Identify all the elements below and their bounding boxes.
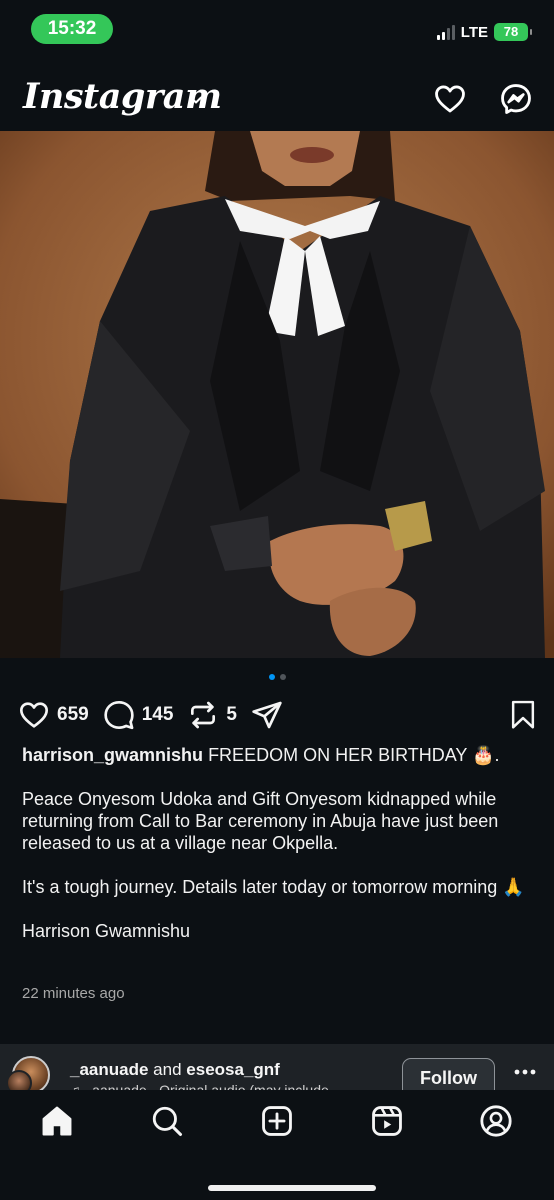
post-caption: harrison_gwamnishu FREEDOM ON HER BIRTHD… xyxy=(22,744,532,964)
follow-button[interactable]: Follow xyxy=(402,1058,495,1090)
create-icon[interactable] xyxy=(260,1104,294,1138)
caption-headline: FREEDOM ON HER BIRTHDAY xyxy=(208,745,468,765)
status-time: 15:32 xyxy=(31,14,113,44)
reels-icon[interactable] xyxy=(370,1104,404,1138)
caption-paragraph: It's a tough journey. Details later toda… xyxy=(22,877,525,897)
carousel-indicator xyxy=(0,674,554,680)
comment-icon[interactable] xyxy=(103,699,135,731)
app-header: Instagram xyxy=(0,66,554,130)
like-action[interactable]: 659 xyxy=(18,699,89,731)
like-count[interactable]: 659 xyxy=(57,704,89,726)
next-post-header: _aanuade and eseosa_gnf ♫ _aanuade · Ori… xyxy=(0,1044,554,1090)
caption-username[interactable]: harrison_gwamnishu xyxy=(22,745,203,765)
comment-count[interactable]: 145 xyxy=(142,704,174,726)
caption-first-line: harrison_gwamnishu FREEDOM ON HER BIRTHD… xyxy=(22,744,532,766)
messenger-icon[interactable] xyxy=(499,82,533,116)
cake-emoji: 🎂 xyxy=(472,745,495,765)
battery-icon: 78 xyxy=(494,23,532,41)
comment-action[interactable]: 145 xyxy=(103,699,174,731)
profile-icon[interactable] xyxy=(479,1104,513,1138)
heart-icon[interactable] xyxy=(433,82,467,116)
post-actions: 659 145 5 xyxy=(18,697,538,733)
photo-illustration xyxy=(0,131,554,658)
home-icon[interactable] xyxy=(40,1104,74,1138)
bottom-nav xyxy=(0,1090,554,1200)
bookmark-icon[interactable] xyxy=(508,699,538,731)
signal-icon xyxy=(436,24,455,40)
caption-signature: Harrison Gwamnishu xyxy=(22,921,191,941)
repost-action[interactable]: 5 xyxy=(187,699,237,731)
home-indicator[interactable] xyxy=(208,1185,376,1191)
post-timestamp: 22 minutes ago xyxy=(22,985,125,1002)
post-photo[interactable] xyxy=(0,131,554,658)
author-joiner: and xyxy=(153,1060,182,1079)
more-options-icon[interactable] xyxy=(512,1062,538,1082)
next-post-authors[interactable]: _aanuade and eseosa_gnf xyxy=(70,1060,280,1080)
author-username[interactable]: eseosa_gnf xyxy=(186,1060,280,1079)
chevron-down-icon[interactable] xyxy=(188,92,204,108)
heart-icon[interactable] xyxy=(18,699,50,731)
search-icon[interactable] xyxy=(150,1104,184,1138)
caption-paragraph: Peace Onyesom Udoka and Gift Onyesom kid… xyxy=(22,789,499,853)
carousel-dot-active xyxy=(268,674,275,680)
send-icon[interactable] xyxy=(251,699,283,731)
author-username[interactable]: _aanuade xyxy=(70,1060,148,1079)
repost-count[interactable]: 5 xyxy=(226,704,237,726)
carousel-dot xyxy=(279,674,286,680)
status-indicators: LTE 78 xyxy=(436,22,532,42)
repost-icon[interactable] xyxy=(187,699,219,731)
caption-headline-end: . xyxy=(494,745,500,765)
network-label: LTE xyxy=(460,23,488,41)
next-post-audio[interactable]: ♫ _aanuade · Original audio (may include xyxy=(70,1082,329,1090)
avatar[interactable] xyxy=(6,1070,32,1090)
share-action[interactable] xyxy=(251,699,283,731)
status-bar: 15:32 LTE 78 xyxy=(0,0,554,58)
